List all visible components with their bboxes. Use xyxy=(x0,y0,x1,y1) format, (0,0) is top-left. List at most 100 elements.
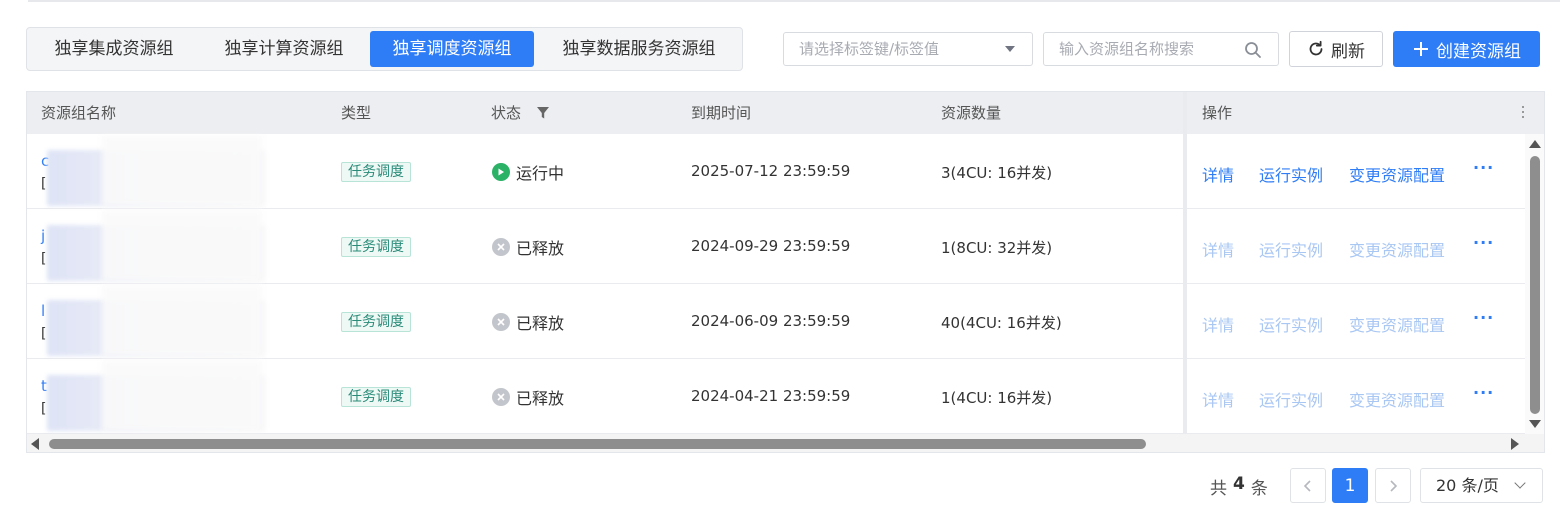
released-close-icon xyxy=(492,313,510,331)
horizontal-scroll-thumb[interactable] xyxy=(49,439,1146,449)
header-type: 类型 xyxy=(341,104,372,122)
resource-quantity: 40(4CU: 16并发) xyxy=(941,314,1062,332)
refresh-icon xyxy=(1309,40,1323,56)
table-row: c [ 任务调度 运行中 2025-07-12 23:59:59 3(4CU: … xyxy=(27,134,1525,209)
tab-scheduling[interactable]: 独享调度资源组 xyxy=(370,31,534,67)
table-row: t [ 任务调度 已释放 2024-04-21 23:59:59 1(4CU: … xyxy=(27,359,1525,434)
tab-data-service[interactable]: 独享数据服务资源组 xyxy=(537,31,741,67)
more-actions-icon[interactable]: ··· xyxy=(1473,308,1494,327)
caret-down-icon xyxy=(1005,46,1015,52)
vertical-scrollbar[interactable] xyxy=(1525,134,1544,434)
redacted-name-mask xyxy=(102,211,262,281)
expire-time: 2024-04-21 23:59:59 xyxy=(691,387,851,405)
tab-compute[interactable]: 独享计算资源组 xyxy=(198,31,370,67)
chevron-left-icon xyxy=(1303,479,1311,492)
running-play-icon xyxy=(492,163,510,181)
detail-link[interactable]: 详情 xyxy=(1202,162,1234,186)
resource-group-name-link[interactable]: t xyxy=(41,377,47,395)
header-expire: 到期时间 xyxy=(691,104,752,122)
total-suffix: 条 xyxy=(1250,479,1268,499)
total-number: 4 xyxy=(1233,474,1245,494)
redacted-name-mask xyxy=(102,361,262,431)
status-text: 已释放 xyxy=(516,239,565,258)
run-instances-link[interactable]: 运行实例 xyxy=(1259,312,1323,336)
change-config-link[interactable]: 变更资源配置 xyxy=(1349,387,1445,411)
type-badge: 任务调度 xyxy=(341,387,411,407)
change-config-link[interactable]: 变更资源配置 xyxy=(1349,312,1445,336)
table-header: 资源组名称 类型 状态 到期时间 资源数量 操作 xyxy=(27,92,1544,134)
vertical-scroll-thumb[interactable] xyxy=(1530,156,1540,414)
scroll-left-arrow-icon[interactable] xyxy=(31,438,39,450)
resource-group-desc: [ xyxy=(41,326,47,342)
refresh-label: 刷新 xyxy=(1331,41,1365,62)
status-indicator: 运行中 xyxy=(492,160,564,184)
search-box xyxy=(1043,32,1279,66)
scroll-right-arrow-icon[interactable] xyxy=(1511,438,1519,450)
prev-page-button[interactable] xyxy=(1290,468,1326,503)
resource-group-desc: [ xyxy=(41,251,47,267)
search-input[interactable] xyxy=(1044,33,1234,65)
next-page-button[interactable] xyxy=(1375,468,1411,503)
header-quantity: 资源数量 xyxy=(941,104,1002,122)
status-text: 已释放 xyxy=(516,389,565,408)
run-instances-link[interactable]: 运行实例 xyxy=(1259,387,1323,411)
tag-select-placeholder: 请选择标签键/标签值 xyxy=(799,40,940,58)
resource-group-name-link[interactable]: l xyxy=(41,302,45,320)
tag-select[interactable]: 请选择标签键/标签值 xyxy=(783,32,1033,66)
resource-group-desc: [ xyxy=(41,401,47,417)
header-actions: 操作 xyxy=(1202,104,1233,122)
expire-time: 2024-06-09 23:59:59 xyxy=(691,312,851,330)
status-indicator: 已释放 xyxy=(492,310,564,334)
total-prefix: 共 xyxy=(1210,479,1227,499)
detail-link[interactable]: 详情 xyxy=(1202,312,1234,336)
table-row: l [ 任务调度 已释放 2024-06-09 23:59:59 40(4CU:… xyxy=(27,284,1525,359)
run-instances-link[interactable]: 运行实例 xyxy=(1259,162,1323,186)
page-size-select[interactable]: 20 条/页 xyxy=(1420,468,1543,503)
status-text: 已释放 xyxy=(516,314,565,333)
chevron-down-icon xyxy=(1514,477,1526,489)
expire-time: 2025-07-12 23:59:59 xyxy=(691,162,851,180)
run-instances-link[interactable]: 运行实例 xyxy=(1259,237,1323,261)
scroll-down-arrow-icon[interactable] xyxy=(1529,420,1541,428)
redacted-name-mask xyxy=(102,136,262,206)
total-count: 共 4 条 xyxy=(1210,474,1268,499)
resource-quantity: 1(8CU: 32并发) xyxy=(941,239,1053,257)
detail-link[interactable]: 详情 xyxy=(1202,237,1234,261)
resource-group-desc: [ xyxy=(41,176,47,192)
resource-group-table: 资源组名称 类型 状态 到期时间 资源数量 操作 c [ 任务调度 运行中 20… xyxy=(26,91,1545,453)
column-settings-icon[interactable] xyxy=(1522,106,1525,120)
resource-group-tabs: 独享集成资源组 独享计算资源组 独享调度资源组 独享数据服务资源组 xyxy=(26,27,743,71)
header-name: 资源组名称 xyxy=(41,104,117,122)
create-resource-group-button[interactable]: 创建资源组 xyxy=(1393,31,1540,67)
redacted-name-mask xyxy=(102,286,262,356)
more-actions-icon[interactable]: ··· xyxy=(1473,383,1494,402)
more-actions-icon[interactable]: ··· xyxy=(1473,158,1494,177)
create-label: 创建资源组 xyxy=(1436,41,1521,62)
change-config-link[interactable]: 变更资源配置 xyxy=(1349,162,1445,186)
refresh-button[interactable]: 刷新 xyxy=(1289,31,1383,67)
type-badge: 任务调度 xyxy=(341,162,411,182)
tab-integration[interactable]: 独享集成资源组 xyxy=(30,31,198,67)
header-status: 状态 xyxy=(491,104,522,122)
scroll-up-arrow-icon[interactable] xyxy=(1529,140,1541,148)
more-actions-icon[interactable]: ··· xyxy=(1473,233,1494,252)
status-indicator: 已释放 xyxy=(492,235,564,259)
status-text: 运行中 xyxy=(516,164,565,183)
filter-icon[interactable] xyxy=(536,106,550,120)
horizontal-scrollbar[interactable] xyxy=(27,434,1544,452)
released-close-icon xyxy=(492,388,510,406)
released-close-icon xyxy=(492,238,510,256)
resource-quantity: 3(4CU: 16并发) xyxy=(941,164,1053,182)
type-badge: 任务调度 xyxy=(341,237,411,257)
detail-link[interactable]: 详情 xyxy=(1202,387,1234,411)
top-divider xyxy=(28,0,1560,2)
page-size-label: 20 条/页 xyxy=(1436,476,1499,495)
type-badge: 任务调度 xyxy=(341,312,411,332)
status-indicator: 已释放 xyxy=(492,385,564,409)
resource-group-name-link[interactable]: j xyxy=(41,227,45,245)
resource-quantity: 1(4CU: 16并发) xyxy=(941,389,1053,407)
change-config-link[interactable]: 变更资源配置 xyxy=(1349,237,1445,261)
page-1-button[interactable]: 1 xyxy=(1332,468,1368,503)
plus-icon xyxy=(1414,42,1428,56)
search-icon[interactable] xyxy=(1244,41,1262,59)
